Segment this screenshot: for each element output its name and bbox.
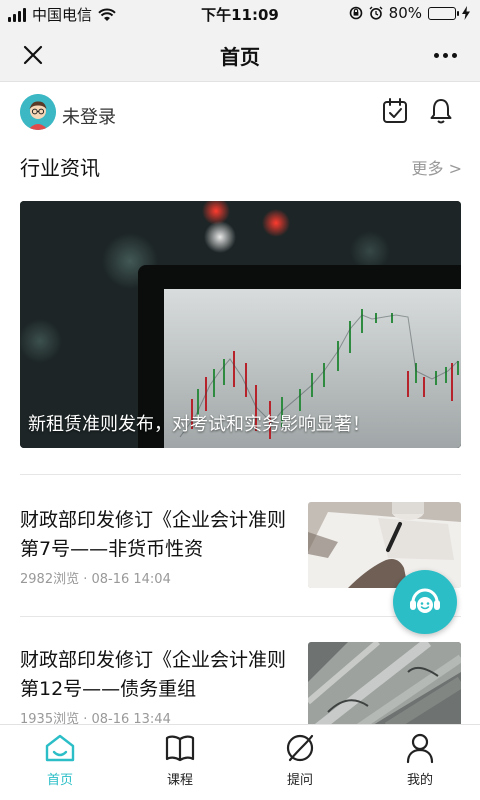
tab-ask[interactable]: 提问 bbox=[240, 725, 360, 800]
user-row: 未登录 bbox=[20, 94, 460, 134]
more-icon bbox=[433, 52, 439, 58]
news-title: 财政部印发修订《企业会计准则第7号——非货币性资 bbox=[20, 509, 287, 560]
hero-caption: 新租赁准则发布，对考试和实务影响显著！ bbox=[28, 414, 370, 435]
news-thumbnail bbox=[308, 642, 461, 728]
tab-home[interactable]: 首页 bbox=[0, 725, 120, 800]
battery-icon bbox=[428, 6, 459, 20]
customer-service-button[interactable] bbox=[393, 570, 457, 634]
avatar[interactable] bbox=[20, 94, 56, 130]
divider bbox=[20, 474, 461, 475]
tab-label: 提问 bbox=[286, 773, 313, 788]
calendar-button[interactable] bbox=[380, 96, 410, 126]
status-bar: 中国电信 下午11:09 80% bbox=[0, 0, 480, 28]
tab-label: 我的 bbox=[406, 773, 433, 788]
question-icon bbox=[286, 734, 314, 762]
hero-banner[interactable]: 新租赁准则发布，对考试和实务影响显著！ bbox=[20, 201, 461, 448]
divider bbox=[20, 616, 461, 617]
news-item[interactable]: 财政部印发修订《企业会计准则第7号——非货币性资 2982浏览 · 08-16 … bbox=[20, 502, 461, 592]
industry-news-header: 行业资讯 更多 > bbox=[20, 152, 462, 180]
charging-icon bbox=[462, 6, 470, 20]
nav-bar: 首页 bbox=[0, 28, 480, 82]
book-icon bbox=[165, 735, 195, 762]
tab-label: 首页 bbox=[46, 773, 73, 788]
calendar-check-icon bbox=[383, 98, 407, 123]
tab-mine[interactable]: 我的 bbox=[360, 725, 480, 800]
person-icon bbox=[406, 733, 434, 764]
page-title: 首页 bbox=[220, 45, 260, 69]
tab-courses[interactable]: 课程 bbox=[120, 725, 240, 800]
news-item[interactable]: 财政部印发修订《企业会计准则第12号——债务重组 1935浏览 · 08-16 … bbox=[20, 642, 461, 732]
headset-icon bbox=[410, 588, 440, 613]
home-icon bbox=[45, 734, 75, 762]
notification-button[interactable] bbox=[426, 96, 456, 126]
more-button[interactable] bbox=[428, 40, 462, 70]
tab-label: 课程 bbox=[166, 773, 193, 788]
section-title: 行业资讯 bbox=[20, 156, 100, 180]
news-title: 财政部印发修订《企业会计准则第12号——债务重组 bbox=[20, 649, 287, 700]
alarm-icon bbox=[369, 6, 383, 20]
login-status[interactable]: 未登录 bbox=[62, 103, 116, 129]
tab-bar: 首页 课程 提问 我的 bbox=[0, 724, 480, 800]
status-right: 80% bbox=[349, 4, 470, 22]
more-link[interactable]: 更多 > bbox=[412, 155, 463, 179]
news-meta: 2982浏览 · 08-16 14:04 bbox=[20, 572, 171, 587]
battery-percent: 80% bbox=[388, 4, 422, 22]
bell-icon bbox=[430, 99, 452, 124]
rotation-lock-icon bbox=[349, 6, 362, 20]
